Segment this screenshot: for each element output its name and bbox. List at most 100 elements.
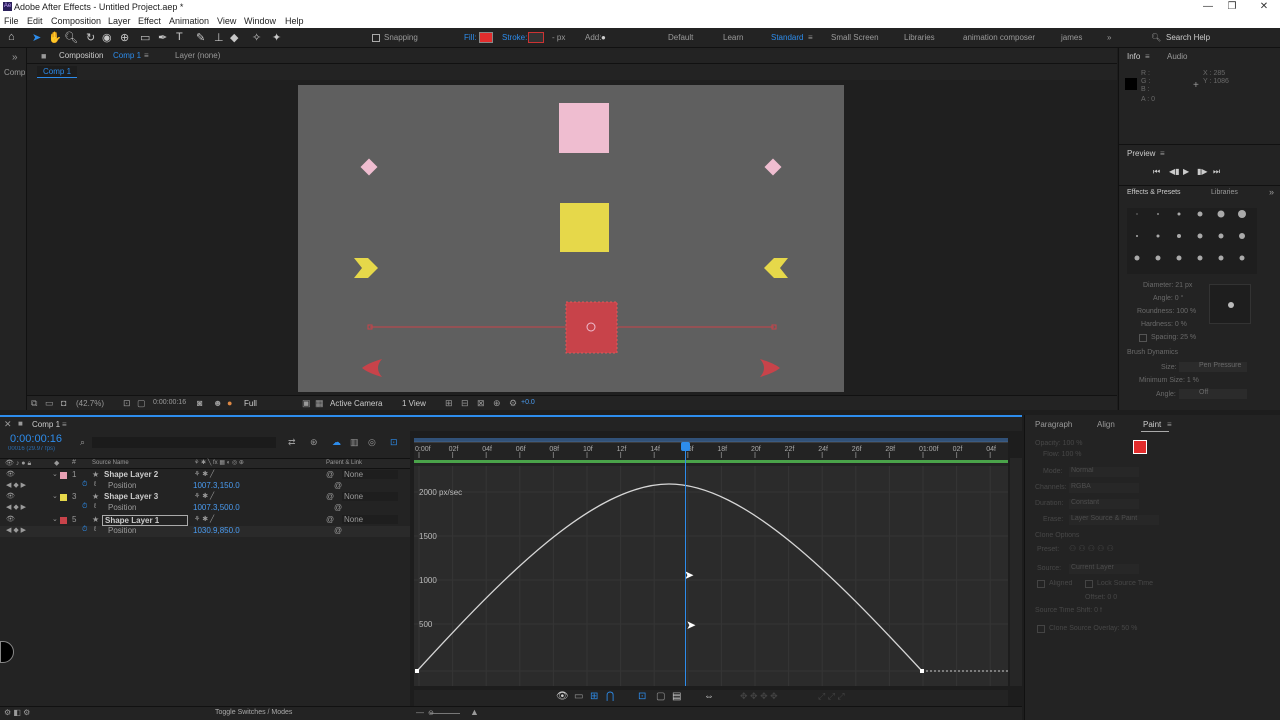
twirl-down-icon[interactable]: ⌄ — [52, 515, 58, 523]
graph-icon[interactable]: ℓ — [94, 503, 96, 510]
visibility-icon[interactable]: 👁︎ — [6, 470, 15, 478]
stroke-width[interactable]: - px — [552, 33, 565, 42]
paint-foreground-color[interactable] — [1133, 440, 1147, 454]
source-dropdown[interactable]: Current Layer — [1069, 564, 1139, 574]
workspace-libraries[interactable]: Libraries — [904, 33, 935, 42]
layer-duration-bar[interactable] — [414, 460, 1008, 463]
libraries-tab[interactable]: Libraries — [1211, 189, 1238, 196]
timeline-tab[interactable]: Comp 1 — [32, 420, 60, 429]
zoom-slider-handle[interactable]: ⊖ — [428, 709, 434, 717]
rotate-tool-icon[interactable]: ↻ — [86, 31, 95, 44]
fit-selection-icon[interactable]: ⊡ — [638, 691, 646, 702]
twirl-down-icon[interactable]: ⌄ — [52, 470, 58, 478]
effects-presets-tab[interactable]: Effects & Presets — [1127, 189, 1181, 196]
first-frame-icon[interactable]: ⏮ — [1153, 167, 1160, 177]
fast-preview-icon[interactable]: ⊟ — [461, 398, 469, 409]
erase-dropdown[interactable]: Layer Source & Paint — [1069, 515, 1159, 525]
composition-canvas[interactable] — [298, 85, 844, 392]
region-icon[interactable]: ▣ — [302, 398, 311, 409]
hand-tool-icon[interactable]: ✋ — [48, 31, 62, 44]
position-value[interactable]: 1007.3,150.0 — [193, 481, 240, 490]
parent-dropdown[interactable]: None — [342, 470, 398, 479]
menu-view[interactable]: View — [217, 16, 236, 26]
keyframe-interp-icons[interactable]: ✥ ✥ ✥ ✥ — [740, 691, 778, 702]
work-area-bar[interactable] — [414, 438, 1008, 442]
panel-overflow-icon[interactable]: » — [1269, 187, 1274, 197]
zoom-slider[interactable] — [430, 713, 460, 714]
layer-row[interactable]: 👁︎ ⌄ 1 ★ Shape Layer 2 ⚘ ✱ ╱ @ None — [0, 470, 410, 481]
label-color[interactable] — [60, 517, 67, 524]
monitor-icon[interactable]: ▭ — [45, 398, 54, 409]
workspace-james[interactable]: james — [1061, 33, 1082, 42]
menu-layer[interactable]: Layer — [108, 16, 131, 26]
render-icons[interactable]: ⚙ ◧ ⚙ — [4, 708, 30, 717]
pickwhip-icon[interactable]: @ — [326, 492, 334, 501]
fit-icon[interactable]: ⊡ — [123, 398, 131, 409]
audio-tab[interactable]: Audio — [1167, 52, 1187, 61]
layer-tab[interactable]: Layer (none) — [175, 51, 220, 60]
property-row[interactable]: ◀ ◆ ▶ ⏱ ℓ Position 1007.3,500.0 @ — [0, 503, 410, 514]
aligned-checkbox[interactable] — [1037, 580, 1045, 588]
menu-animation[interactable]: Animation — [169, 16, 209, 26]
duration-dropdown[interactable]: Constant — [1069, 499, 1139, 509]
menu-help[interactable]: Help — [285, 16, 304, 26]
zoom-in-icon[interactable]: ▲ — [470, 707, 479, 717]
preview-menu-icon[interactable]: ≡ — [1160, 149, 1165, 158]
paint-tab[interactable]: Paint — [1143, 420, 1161, 429]
toggle-switches-modes[interactable]: Toggle Switches / Modes — [215, 709, 292, 716]
exposure-icon[interactable]: ⚙ — [509, 398, 517, 409]
current-time-indicator[interactable] — [685, 442, 686, 686]
graph-scrollbar[interactable] — [1010, 458, 1022, 686]
overflow-icon[interactable]: » — [1107, 33, 1111, 42]
clone-stamp-tool-icon[interactable]: ⊥ — [214, 31, 224, 44]
resolution-dropdown[interactable]: Full — [244, 399, 257, 408]
angle-dyn-dropdown[interactable]: Off — [1179, 389, 1247, 399]
prev-frame-icon[interactable]: ◀▮ — [1169, 167, 1180, 176]
edit-keyframe-icon[interactable]: ⇔ — [704, 691, 714, 702]
tab-menu-icon[interactable]: ≡ — [144, 51, 149, 60]
composition-tab-name[interactable]: Comp 1 — [113, 51, 141, 60]
comp-subtab[interactable]: Comp 1 — [37, 66, 78, 78]
property-row[interactable]: ◀ ◆ ▶ ⏱ ℓ Position 1007.3,150.0 @ — [0, 481, 410, 492]
info-tab-menu-icon[interactable]: ≡ — [1145, 52, 1150, 61]
workspace-default[interactable]: Default — [668, 33, 693, 42]
comp-mini-flowchart-icon[interactable]: ⇄ — [288, 437, 296, 448]
size-dropdown[interactable]: Pen Pressure — [1179, 362, 1247, 372]
timeline-timecode[interactable]: 0:00:00:16 — [10, 433, 62, 445]
stopwatch-icon[interactable]: ⏱ — [82, 526, 87, 534]
selection-tool-icon[interactable]: ➤ — [32, 31, 41, 44]
align-tab[interactable]: Align — [1097, 420, 1115, 429]
graph-icon[interactable]: ℓ — [94, 481, 96, 488]
show-snapshot-icon[interactable]: ☻ — [213, 398, 222, 408]
exposure-value[interactable]: +0.0 — [521, 399, 535, 406]
layer-name[interactable]: Shape Layer 3 — [104, 492, 158, 501]
pickwhip-icon[interactable]: @ — [326, 515, 334, 524]
transparency-icon[interactable]: ▦ — [315, 398, 324, 409]
next-frame-icon[interactable]: ▮▶ — [1197, 167, 1208, 176]
position-value[interactable]: 1007.3,500.0 — [193, 503, 240, 512]
workspace-learn[interactable]: Learn — [723, 33, 743, 42]
pickwhip-icon[interactable]: @ — [334, 481, 342, 490]
channels-dropdown[interactable]: RGBA — [1069, 483, 1139, 493]
search-icon[interactable]: 🔍︎ — [1151, 33, 1161, 42]
easy-ease-icons[interactable]: ⤢ ⤢ ⤢ — [818, 691, 845, 702]
search-help[interactable]: Search Help — [1166, 33, 1210, 42]
source-name-col[interactable]: Source Name — [92, 460, 129, 466]
pan-behind-tool-icon[interactable]: ⊕ — [120, 31, 129, 44]
motion-blur-icon[interactable]: ◎ — [368, 437, 376, 448]
spacing-checkbox[interactable] — [1139, 334, 1147, 342]
play-icon[interactable]: ▶ — [1183, 167, 1189, 176]
snap-icon[interactable]: ⋂ — [606, 691, 614, 702]
graph-editor-icon[interactable]: ⊡ — [390, 437, 398, 448]
pickwhip-icon[interactable]: @ — [326, 470, 334, 479]
fit-all-icon[interactable]: ▢ — [656, 691, 665, 702]
layer-switches[interactable]: ⚘ ✱ ╱ — [194, 492, 214, 500]
brush-tip-grid[interactable] — [1127, 208, 1257, 274]
label-color[interactable] — [60, 494, 67, 501]
paint-menu-icon[interactable]: ≡ — [1167, 420, 1172, 429]
layer-switches[interactable]: ⚘ ✱ ╱ — [194, 515, 214, 523]
parent-dropdown[interactable]: None — [342, 492, 398, 501]
mode-dropdown[interactable]: Normal — [1069, 467, 1139, 477]
composition-tab-label[interactable]: Composition — [59, 51, 103, 60]
menu-edit[interactable]: Edit — [27, 16, 43, 26]
